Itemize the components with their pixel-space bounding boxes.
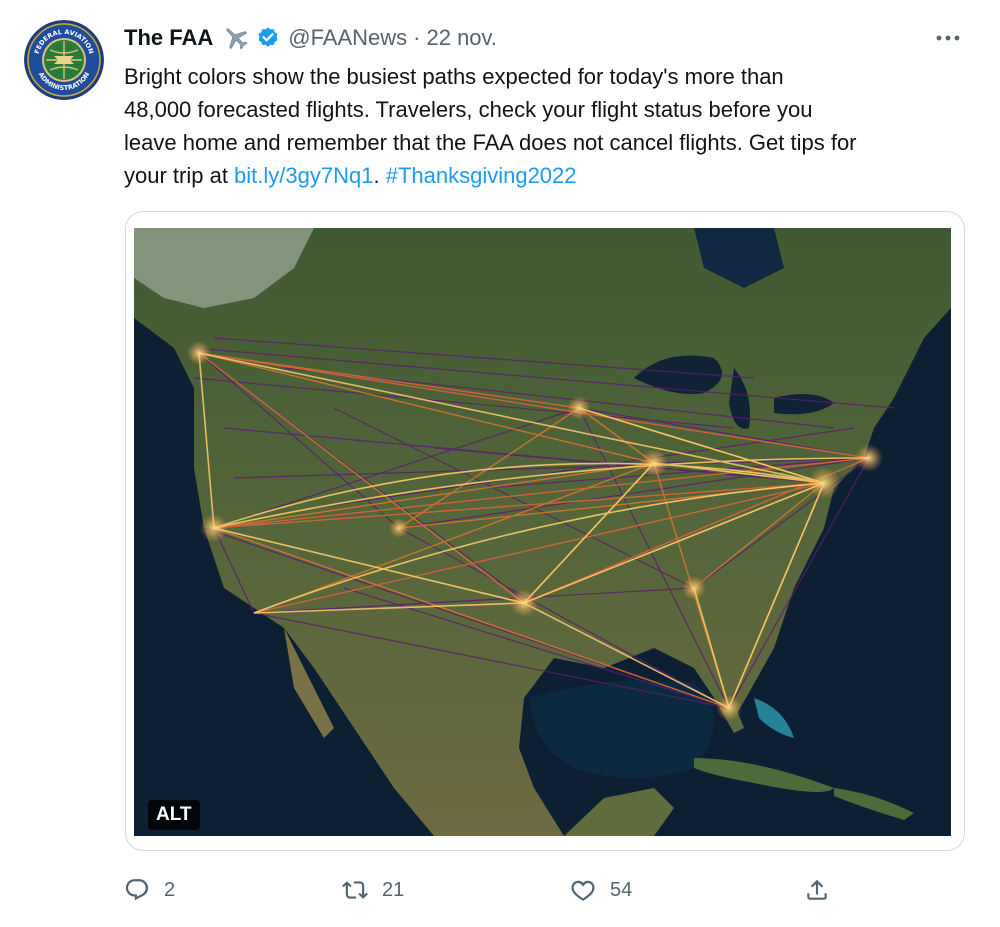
more-options-button[interactable] bbox=[930, 24, 966, 52]
like-count: 54 bbox=[610, 878, 633, 901]
retweet-button[interactable]: 21 bbox=[342, 872, 404, 908]
tweet-text-prefix: your trip at bbox=[124, 163, 235, 188]
alt-text-badge[interactable]: ALT bbox=[148, 800, 200, 830]
share-button[interactable] bbox=[804, 872, 830, 908]
header-separator: · bbox=[413, 25, 421, 50]
tweet-text-line: leave home and remember that the FAA doe… bbox=[124, 130, 857, 155]
tweet[interactable]: FEDERAL AVIATION ADMINISTRATION The FAA … bbox=[0, 0, 1000, 927]
tweet-text-line: Bright colors show the busiest paths exp… bbox=[124, 64, 784, 89]
retweet-count: 21 bbox=[382, 878, 405, 901]
hashtag-link[interactable]: #Thanksgiving2022 bbox=[386, 163, 577, 188]
tweet-media[interactable]: ALT bbox=[125, 211, 965, 851]
tweet-text-suffix: . bbox=[373, 163, 386, 188]
more-options-icon bbox=[936, 35, 960, 41]
tweet-header: The FAA @FAANews · 22 nov. bbox=[124, 22, 497, 54]
tweet-text-line: 48,000 forecasted flights. Travelers, ch… bbox=[124, 97, 813, 122]
reply-button[interactable]: 2 bbox=[124, 872, 175, 908]
flight-paths-map-graphic bbox=[134, 228, 951, 836]
faa-seal-icon: FEDERAL AVIATION ADMINISTRATION bbox=[24, 20, 104, 100]
reply-icon bbox=[125, 879, 149, 901]
verified-badge-icon bbox=[256, 26, 280, 50]
airplane-emoji-icon bbox=[222, 24, 250, 52]
tweet-text: Bright colors show the busiest paths exp… bbox=[124, 60, 984, 192]
like-button[interactable]: 54 bbox=[570, 872, 632, 908]
flight-paths-map-image[interactable]: ALT bbox=[134, 228, 951, 836]
author-avatar[interactable]: FEDERAL AVIATION ADMINISTRATION bbox=[24, 20, 104, 100]
heart-icon bbox=[571, 880, 595, 901]
retweet-icon bbox=[342, 881, 368, 899]
tweet-actions: 2 21 54 bbox=[124, 872, 844, 908]
tweet-link[interactable]: bit.ly/3gy7Nq1 bbox=[234, 163, 373, 188]
author-handle[interactable]: @FAANews bbox=[288, 25, 407, 51]
tweet-date[interactable]: 22 nov. bbox=[426, 25, 497, 51]
share-icon bbox=[807, 879, 827, 900]
reply-count: 2 bbox=[164, 878, 176, 901]
tweet-text-last-line: your trip at bit.ly/3gy7Nq1. #Thanksgivi… bbox=[124, 159, 984, 192]
author-name[interactable]: The FAA bbox=[124, 25, 213, 51]
